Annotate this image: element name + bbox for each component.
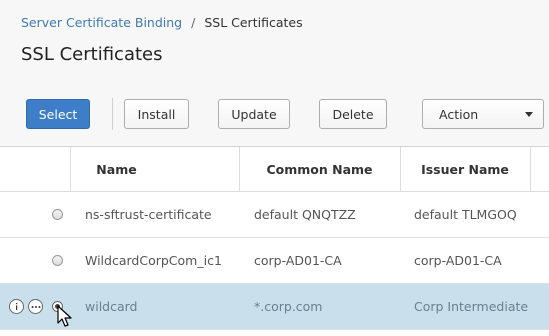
certificates-table: Name Common Name Issuer Name ns-sftrust-… (0, 146, 549, 336)
breadcrumb-current: SSL Certificates (204, 15, 303, 30)
breadcrumb-link-server-certificate-binding[interactable]: Server Certificate Binding (21, 15, 182, 30)
table-row[interactable]: ns-sftrust-certificate default QNQTZZ de… (0, 192, 549, 238)
cell-name: wildcard (85, 299, 138, 314)
cell-name: ns-sftrust-certificate (85, 207, 212, 222)
info-icon-glyph (16, 303, 18, 310)
delete-button[interactable]: Delete (319, 99, 387, 129)
page-title: SSL Certificates (21, 44, 163, 65)
row-radio-button[interactable] (52, 255, 63, 266)
cell-issuer-name: corp-AD01-CA (414, 253, 502, 268)
breadcrumb-separator: / (191, 15, 196, 30)
table-row[interactable]: WildcardCorpCom_ic1 corp-AD01-CA corp-AD… (0, 238, 549, 284)
toolbar: Select Install Update Delete Action (0, 96, 549, 132)
cell-common-name: default QNQTZZ (254, 207, 356, 222)
more-options-icon-glyph (31, 305, 40, 308)
action-dropdown[interactable]: Action (422, 99, 544, 129)
mouse-pointer-icon (57, 305, 72, 327)
action-dropdown-label: Action (439, 106, 479, 122)
info-icon[interactable] (9, 299, 24, 314)
cell-common-name: *.corp.com (254, 299, 323, 314)
cell-name: WildcardCorpCom_ic1 (85, 253, 222, 268)
table-header-row: Name Common Name Issuer Name (0, 147, 549, 192)
cell-common-name: corp-AD01-CA (254, 253, 342, 268)
update-button[interactable]: Update (218, 99, 290, 129)
column-header-name[interactable]: Name (70, 147, 163, 191)
select-button[interactable]: Select (26, 99, 90, 129)
breadcrumb: Server Certificate Binding / SSL Certifi… (21, 15, 303, 30)
cell-issuer-name: Corp Intermediate (414, 299, 529, 314)
table-row-selected[interactable]: wildcard *.corp.com Corp Intermediate (0, 284, 549, 330)
cell-issuer-name: default TLMGOQ (414, 207, 517, 222)
row-radio-button[interactable] (52, 209, 63, 220)
column-header-issuer-name[interactable]: Issuer Name (400, 147, 530, 191)
toolbar-divider (112, 98, 113, 130)
install-button[interactable]: Install (124, 99, 189, 129)
more-options-icon[interactable] (28, 299, 43, 314)
column-header-common-name[interactable]: Common Name (239, 147, 400, 191)
chevron-down-icon (525, 112, 533, 117)
column-divider (530, 147, 531, 191)
